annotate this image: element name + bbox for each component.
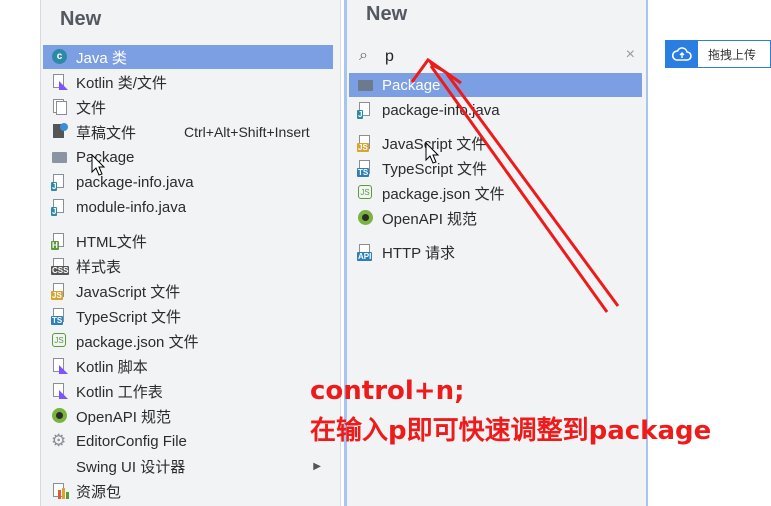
package-folder-icon: [51, 148, 69, 166]
menu-item-package[interactable]: Package: [51, 145, 134, 169]
menu-item-javascript[interactable]: JS JavaScript 文件: [51, 279, 180, 303]
menu-item-kotlin-file[interactable]: Kotlin 类/文件: [51, 70, 167, 94]
menu-item-label: package-info.java: [76, 173, 194, 191]
menu-item-openapi[interactable]: OpenAPI 规范: [357, 206, 477, 230]
menu-item-shortcut: Ctrl+Alt+Shift+Insert: [184, 124, 310, 140]
menu-item-label: 资源包: [76, 483, 122, 501]
css-file-icon: CSS: [51, 257, 70, 275]
menu-item-package-json[interactable]: JS package.json 文件: [357, 181, 505, 205]
menu-item-typescript[interactable]: TS TypeScript 文件: [51, 304, 181, 328]
menu-title: New: [366, 3, 408, 25]
nodejs-icon: JS: [357, 184, 375, 202]
cloud-upload-icon: [666, 41, 698, 67]
menu-item-label: HTML文件: [76, 233, 147, 251]
js-file-icon: JS: [357, 134, 375, 152]
menu-item-package-info[interactable]: J package-info.java: [51, 170, 194, 194]
menu-item-label: 草稿文件: [76, 124, 137, 142]
menu-title: New: [60, 8, 102, 30]
openapi-icon: [357, 209, 375, 227]
menu-item-label: EditorConfig File: [76, 432, 187, 450]
drag-upload-button[interactable]: 拖拽上传: [665, 40, 771, 68]
menu-item-package[interactable]: Package: [349, 73, 642, 97]
menu-item-label: JavaScript 文件: [382, 135, 487, 153]
new-menu-panel: New c Java 类 Kotlin 类/文件 文件 草稿文件 Ctrl+Al…: [40, 0, 341, 506]
kotlin-file-icon: [51, 382, 69, 400]
package-folder-icon: [357, 76, 375, 94]
menu-item-java-class[interactable]: c Java 类: [43, 45, 333, 69]
upload-label: 拖拽上传: [708, 47, 757, 62]
menu-item-typescript[interactable]: TS TypeScript 文件: [357, 156, 487, 180]
menu-item-editorconfig[interactable]: ⚙ EditorConfig File: [51, 429, 187, 453]
kotlin-file-icon: [51, 357, 69, 375]
gear-icon: ⚙: [51, 431, 67, 450]
scratch-file-icon: [51, 123, 69, 141]
java-class-icon: c: [51, 48, 69, 66]
menu-item-module-info[interactable]: J module-info.java: [51, 195, 186, 219]
menu-item-label: OpenAPI 规范: [76, 408, 172, 426]
search-icon: ⌕: [359, 47, 368, 64]
menu-item-label: Swing UI 设计器: [76, 458, 186, 476]
api-file-icon: API: [357, 243, 375, 261]
blank-icon: [51, 457, 69, 475]
openapi-icon: [51, 407, 69, 425]
menu-item-label: package.json 文件: [382, 185, 505, 203]
menu-item-stylesheet[interactable]: CSS 样式表: [51, 254, 121, 278]
menu-item-file[interactable]: 文件: [51, 95, 106, 119]
ts-file-icon: TS: [51, 307, 69, 325]
menu-item-label: Package: [382, 76, 441, 94]
menu-item-label: HTTP 请求: [382, 244, 456, 262]
resource-bundle-icon: [51, 482, 69, 500]
java-file-icon: J: [51, 173, 69, 191]
menu-item-swing-ui-designer[interactable]: Swing UI 设计器 ▶: [51, 454, 333, 478]
menu-item-label: JavaScript 文件: [76, 283, 181, 301]
kotlin-file-icon: [51, 73, 69, 91]
menu-item-http-request[interactable]: API HTTP 请求: [357, 240, 455, 264]
menu-item-label: Package: [76, 148, 135, 166]
menu-item-label: Java 类: [76, 49, 127, 67]
file-icon: [51, 98, 69, 116]
ts-file-icon: TS: [357, 159, 375, 177]
menu-item-kotlin-script[interactable]: Kotlin 脚本: [51, 354, 148, 378]
nodejs-icon: JS: [51, 332, 69, 350]
menu-item-label: package-info.java: [382, 101, 500, 119]
js-file-icon: JS: [51, 282, 69, 300]
menu-item-label: Kotlin 脚本: [76, 358, 148, 376]
menu-item-label: OpenAPI 规范: [382, 210, 478, 228]
menu-item-kotlin-worksheet[interactable]: Kotlin 工作表: [51, 379, 163, 403]
menu-item-javascript[interactable]: JS JavaScript 文件: [357, 131, 486, 155]
search-box: ⌕ ×: [357, 44, 643, 70]
menu-item-openapi[interactable]: OpenAPI 规范: [51, 404, 171, 428]
html-file-icon: H: [51, 232, 69, 250]
search-input[interactable]: [385, 44, 615, 70]
menu-item-label: Kotlin 工作表: [76, 383, 163, 401]
menu-item-label: 样式表: [76, 258, 122, 276]
annotation-line-1: control+n;: [310, 376, 465, 406]
menu-item-resource-bundle[interactable]: 资源包: [51, 479, 121, 503]
java-file-icon: J: [357, 101, 375, 119]
annotation-line-2: 在输入p即可快速调整到package: [310, 416, 712, 446]
menu-item-label: module-info.java: [76, 198, 187, 216]
menu-item-html-file[interactable]: H HTML文件: [51, 229, 147, 253]
menu-item-label: TypeScript 文件: [382, 160, 488, 178]
menu-item-label: TypeScript 文件: [76, 308, 182, 326]
menu-item-package-json[interactable]: JS package.json 文件: [51, 329, 199, 353]
submenu-arrow-icon: ▶: [313, 460, 321, 472]
menu-item-label: package.json 文件: [76, 333, 199, 351]
java-file-icon: J: [51, 198, 69, 216]
menu-item-label: 文件: [76, 99, 107, 117]
menu-item-package-info[interactable]: J package-info.java: [357, 98, 500, 122]
menu-item-label: Kotlin 类/文件: [76, 74, 167, 92]
menu-item-scratch-file[interactable]: 草稿文件 Ctrl+Alt+Shift+Insert: [51, 120, 341, 144]
close-icon[interactable]: ×: [626, 46, 635, 64]
